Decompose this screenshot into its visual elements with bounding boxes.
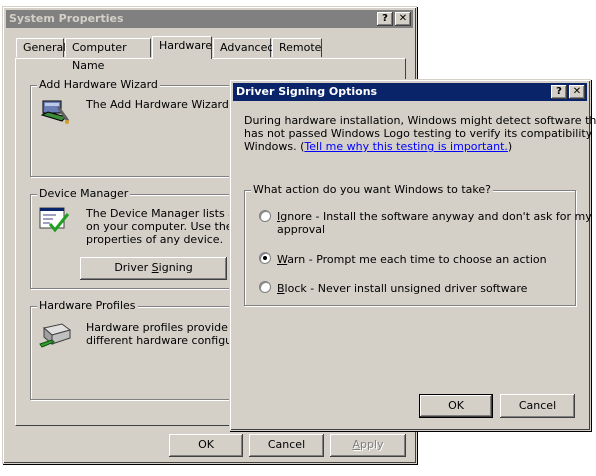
dialog-cancel-button[interactable]: Cancel [500, 394, 575, 418]
tab-remote[interactable]: Remote [272, 38, 322, 57]
warn-radio[interactable] [259, 252, 271, 264]
ignore-option-label-2[interactable]: approval [277, 223, 325, 236]
window-title: System Properties [9, 12, 124, 25]
dialog-title: Driver Signing Options [236, 85, 378, 98]
testing-info-link[interactable]: Tell me why this testing is important. [304, 140, 508, 153]
tab-hardware[interactable]: Hardware [152, 36, 212, 59]
driver-signing-dialog: Driver Signing Options ? ✕ During hardwa… [229, 79, 596, 431]
dialog-intro-line-3: Windows. (Tell me why this testing is im… [244, 140, 513, 153]
tab-general[interactable]: General [16, 38, 66, 57]
device-manager-icon [38, 206, 70, 234]
dialog-close-button[interactable]: ✕ [569, 85, 585, 99]
warn-option-label[interactable]: Warn - Prompt me each time to choose an … [277, 253, 547, 266]
dialog-ok-button[interactable]: OK [419, 394, 493, 418]
dialog-intro-line-2: has not passed Windows Logo testing to v… [244, 127, 596, 140]
device-manager-label: Device Manager [37, 187, 131, 200]
block-option-label[interactable]: Block - Never install unsigned driver so… [277, 282, 527, 295]
device-manager-description-3: properties of any device. [86, 233, 224, 246]
ignore-option-label[interactable]: Ignore - Install the software anyway and… [277, 210, 592, 223]
close-icon: ✕ [572, 86, 582, 97]
dialog-help-button[interactable]: ? [551, 85, 567, 99]
add-hardware-description: The Add Hardware Wizard hel [86, 98, 250, 111]
sysprops-cancel-button[interactable]: Cancel [249, 434, 324, 457]
add-hardware-label: Add Hardware Wizard [37, 78, 160, 91]
system-properties-titlebar[interactable]: System Properties ? ✕ [6, 10, 413, 28]
hardware-profiles-icon [38, 320, 72, 350]
help-button[interactable]: ? [377, 12, 393, 26]
dialog-intro-line-1: During hardware installation, Windows mi… [244, 114, 596, 127]
action-group-label: What action do you want Windows to take? [251, 183, 493, 196]
close-button[interactable]: ✕ [395, 12, 411, 26]
driver-signing-button[interactable]: Driver Signing [80, 257, 227, 280]
sysprops-apply-button[interactable]: Apply [330, 434, 406, 457]
ignore-radio[interactable] [259, 210, 271, 222]
add-hardware-icon [40, 97, 70, 127]
driver-signing-titlebar[interactable]: Driver Signing Options ? ✕ [233, 83, 587, 101]
block-radio[interactable] [259, 281, 271, 293]
tab-advanced[interactable]: Advanced [213, 38, 274, 57]
sysprops-ok-button[interactable]: OK [169, 434, 243, 457]
hardware-profiles-label: Hardware Profiles [37, 299, 138, 312]
radio-selected-dot [263, 256, 267, 260]
close-icon: ✕ [398, 13, 408, 24]
tab-computer-name[interactable]: Computer Name [65, 38, 151, 72]
